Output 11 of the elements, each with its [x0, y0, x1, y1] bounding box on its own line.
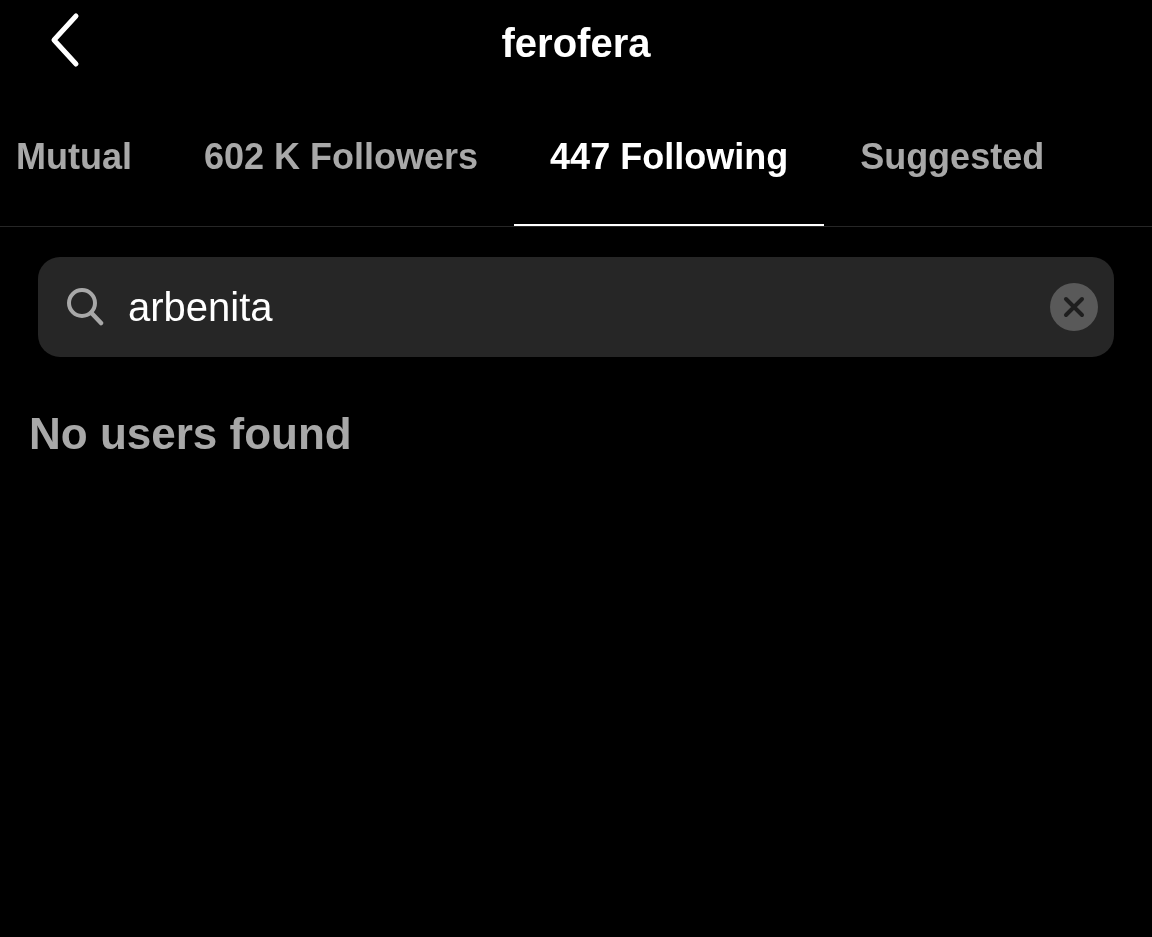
- search-icon: [66, 287, 104, 327]
- tab[interactable]: 602 K Followers: [168, 90, 515, 226]
- clear-button[interactable]: [1050, 283, 1098, 331]
- tab[interactable]: Suggested: [824, 90, 1081, 226]
- search-field[interactable]: arbenita: [126, 283, 1050, 331]
- search-bar[interactable]: arbenita: [38, 257, 1114, 357]
- tab[interactable]: 447 Following: [514, 90, 825, 226]
- empty-message: No users found: [29, 409, 353, 459]
- profile-username: ferofera: [501, 20, 651, 66]
- tab[interactable]: Mutual: [0, 90, 168, 226]
- clear-icon: [1050, 283, 1098, 331]
